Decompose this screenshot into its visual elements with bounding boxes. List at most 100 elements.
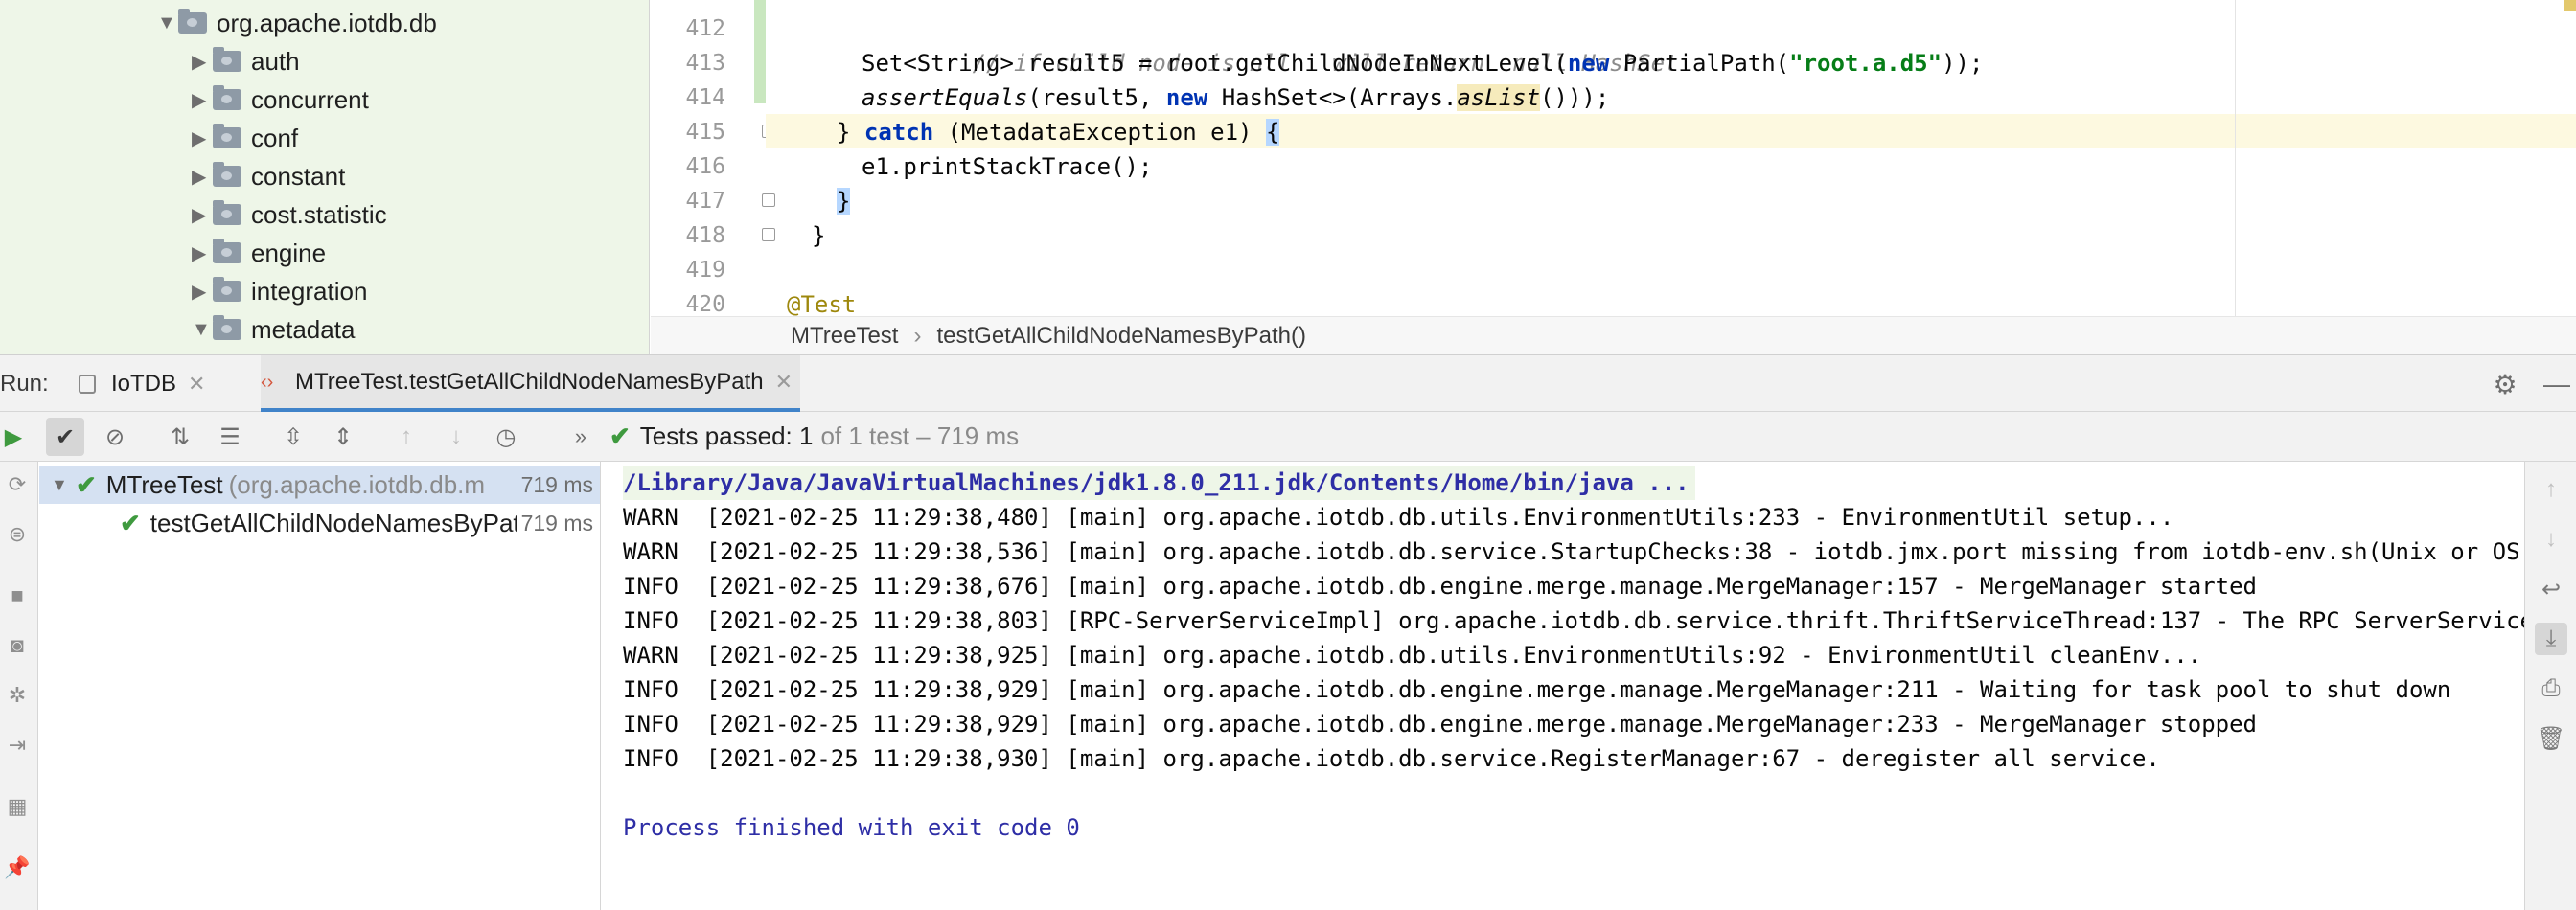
chevron-down-icon[interactable]: ▼ [192,319,213,341]
chevron-right-icon[interactable]: ▶ [192,88,213,112]
collapse-all-icon[interactable]: ⇕ [324,418,362,456]
run-label: Run: [0,371,49,397]
debug-icon[interactable]: ⟳ [4,471,31,498]
tree-item-label: concurrent [251,84,369,114]
chevron-right-icon[interactable]: ▶ [192,203,213,227]
tab-mtreetest[interactable]: ‹› MTreeTest.testGetAllChildNodeNamesByP… [261,355,801,412]
tree-item-integration[interactable]: ▶ integration [192,272,367,310]
tree-item-constant[interactable]: ▶ constant [192,157,345,195]
editor-scroll-marker[interactable] [2564,0,2576,11]
package-folder-icon [178,9,207,34]
code-text: } [812,222,826,249]
chevron-right-icon[interactable]: ▶ [192,165,213,189]
console-line: INFO [2021-02-25 11:29:38,803] [RPC-Serv… [623,607,2524,634]
close-icon[interactable]: ✕ [188,372,205,397]
editor-gutter: 412 413 414 415 416 417 418 419 420 [651,0,775,317]
tree-item-label: auth [251,46,300,76]
package-folder-icon [213,162,242,187]
scroll-to-end-icon[interactable]: ⤓ [2535,623,2567,655]
test-method-name: testGetAllChildNodeNamesByPath [150,508,535,537]
arrow-down-icon[interactable]: ↓ [2535,523,2567,556]
console-line: WARN [2021-02-25 11:29:38,925] [main] or… [623,642,2202,669]
close-icon[interactable]: ✕ [775,370,793,395]
camera-icon[interactable]: ◙ [4,632,31,659]
toolbar-overflow-icon[interactable]: » [562,418,600,456]
settings-icon[interactable]: ✲ [4,682,31,709]
line-number: 419 [685,258,725,283]
pin-icon[interactable]: 📌 [4,854,31,881]
export-icon[interactable]: ⇥ [4,732,31,759]
sort-by-duration-icon[interactable]: ☰ [211,418,249,456]
console-line: WARN [2021-02-25 11:29:38,480] [main] or… [623,504,2174,531]
code-line-418: } [812,218,825,253]
line-number: 415 [685,120,725,145]
test-class-icon: ‹› [261,371,274,393]
rerun-icon[interactable]: ▶ [0,418,33,456]
history-clock-icon[interactable]: ◷ [487,418,525,456]
chevron-down-icon[interactable]: ▼ [157,12,178,34]
test-row-mtreetest[interactable]: ▼ ✔ MTreeTest (org.apache.iotdb.db.m 719… [39,466,600,504]
arrow-down-icon[interactable]: ↓ [437,418,475,456]
code-editor[interactable]: 412 413 414 415 416 417 418 419 420 // i… [651,0,2576,354]
test-duration: 719 ms [517,471,593,498]
code-keyword: catch [863,119,934,146]
tree-item-org-apache-iotdb-db[interactable]: ▼ org.apache.iotdb.db [157,4,437,42]
breadcrumb-item-method[interactable]: testGetAllChildNodeNamesByPath() [936,323,1306,350]
project-tree-panel: ▼ org.apache.iotdb.db ▶ auth ▶ concurren… [0,0,650,354]
tree-item-auth[interactable]: ▶ auth [192,42,300,80]
tree-item-concurrent[interactable]: ▶ concurrent [192,80,369,119]
chevron-right-icon[interactable]: ▶ [192,126,213,150]
tree-item-engine[interactable]: ▶ engine [192,234,326,272]
line-number: 412 [685,16,725,41]
run-left-toolbar: ⟳ ⊜ ■ ◙ ✲ ⇥ ▦ 📌 [0,462,38,910]
tests-passed-text: Tests passed: 1 [639,421,814,450]
show-passed-toggle-icon[interactable]: ✔ [46,418,84,456]
check-icon: ✔ [76,469,97,499]
arrow-up-icon[interactable]: ↑ [2535,473,2567,506]
tests-detail-text: of 1 test – 719 ms [820,421,1020,450]
console-right-toolbar: ↑ ↓ ↩ ⤓ ⎙ 🗑 [2524,462,2576,910]
tree-item-label: metadata [251,314,356,344]
tab-iotdb[interactable]: IoTDB ✕ [79,355,205,412]
test-duration: 719 ms [517,510,593,536]
code-area[interactable]: // if child node is nll will return null… [766,0,2576,318]
trash-icon[interactable]: 🗑 [2535,722,2567,755]
package-folder-icon [213,277,242,302]
stop-icon[interactable]: ■ [4,582,31,609]
print-icon[interactable]: ⎙ [2535,672,2567,705]
expand-all-icon[interactable]: ⇳ [274,418,312,456]
tree-item-conf[interactable]: ▶ conf [192,119,298,157]
code-line-412: // if child node is nll will return null… [862,11,1679,77]
code-string: "root.a.d5" [1789,50,1943,77]
top-area: ▼ org.apache.iotdb.db ▶ auth ▶ concurren… [0,0,2576,354]
chevron-right-icon[interactable]: ▶ [192,50,213,74]
tree-item-cost-statistic[interactable]: ▶ cost.statistic [192,195,387,234]
code-line-416: e1.printStackTrace(); [862,149,1152,184]
chevron-down-icon[interactable]: ▼ [51,475,68,495]
sort-alphabetically-icon[interactable]: ⇅ [161,418,199,456]
rerun-failed-icon[interactable]: ⊜ [4,521,31,548]
code-line-413: Set<String> result5 = root.getChildNodeI… [862,46,1983,80]
minimize-icon[interactable]: — [2542,369,2572,399]
tree-item-metadata[interactable]: ▼ metadata [192,310,355,349]
code-method-call: assertEquals [862,84,1028,111]
chevron-right-icon[interactable]: ▶ [192,280,213,304]
test-row-method[interactable]: ✔ testGetAllChildNodeNamesByPath 719 ms [39,504,600,542]
package-folder-icon [213,315,242,340]
soft-wrap-icon[interactable]: ↩ [2535,573,2567,605]
arrow-up-icon[interactable]: ↑ [387,418,426,456]
breadcrumb-item-class[interactable]: MTreeTest [791,323,898,350]
gear-icon[interactable]: ⚙ [2490,369,2520,399]
code-text: Set<String> result5 = root.getChildNodeI… [862,50,1568,77]
code-warning-highlight: asList [1457,84,1541,111]
tree-item-label: conf [251,123,299,152]
code-line-415: } catch (MetadataException e1) { [837,115,1280,149]
console-output[interactable]: /Library/Java/JavaVirtualMachines/jdk1.8… [602,462,2524,910]
console-command-line[interactable]: /Library/Java/JavaVirtualMachines/jdk1.8… [623,466,1695,500]
chevron-right-icon[interactable]: ▶ [192,241,213,265]
test-results-tree: ▼ ✔ MTreeTest (org.apache.iotdb.db.m 719… [39,462,601,910]
show-ignored-toggle-icon[interactable]: ⊘ [96,418,134,456]
code-annotation: @Test [787,291,857,318]
layout-icon[interactable]: ▦ [4,793,31,820]
vcs-change-marker[interactable] [754,0,766,103]
